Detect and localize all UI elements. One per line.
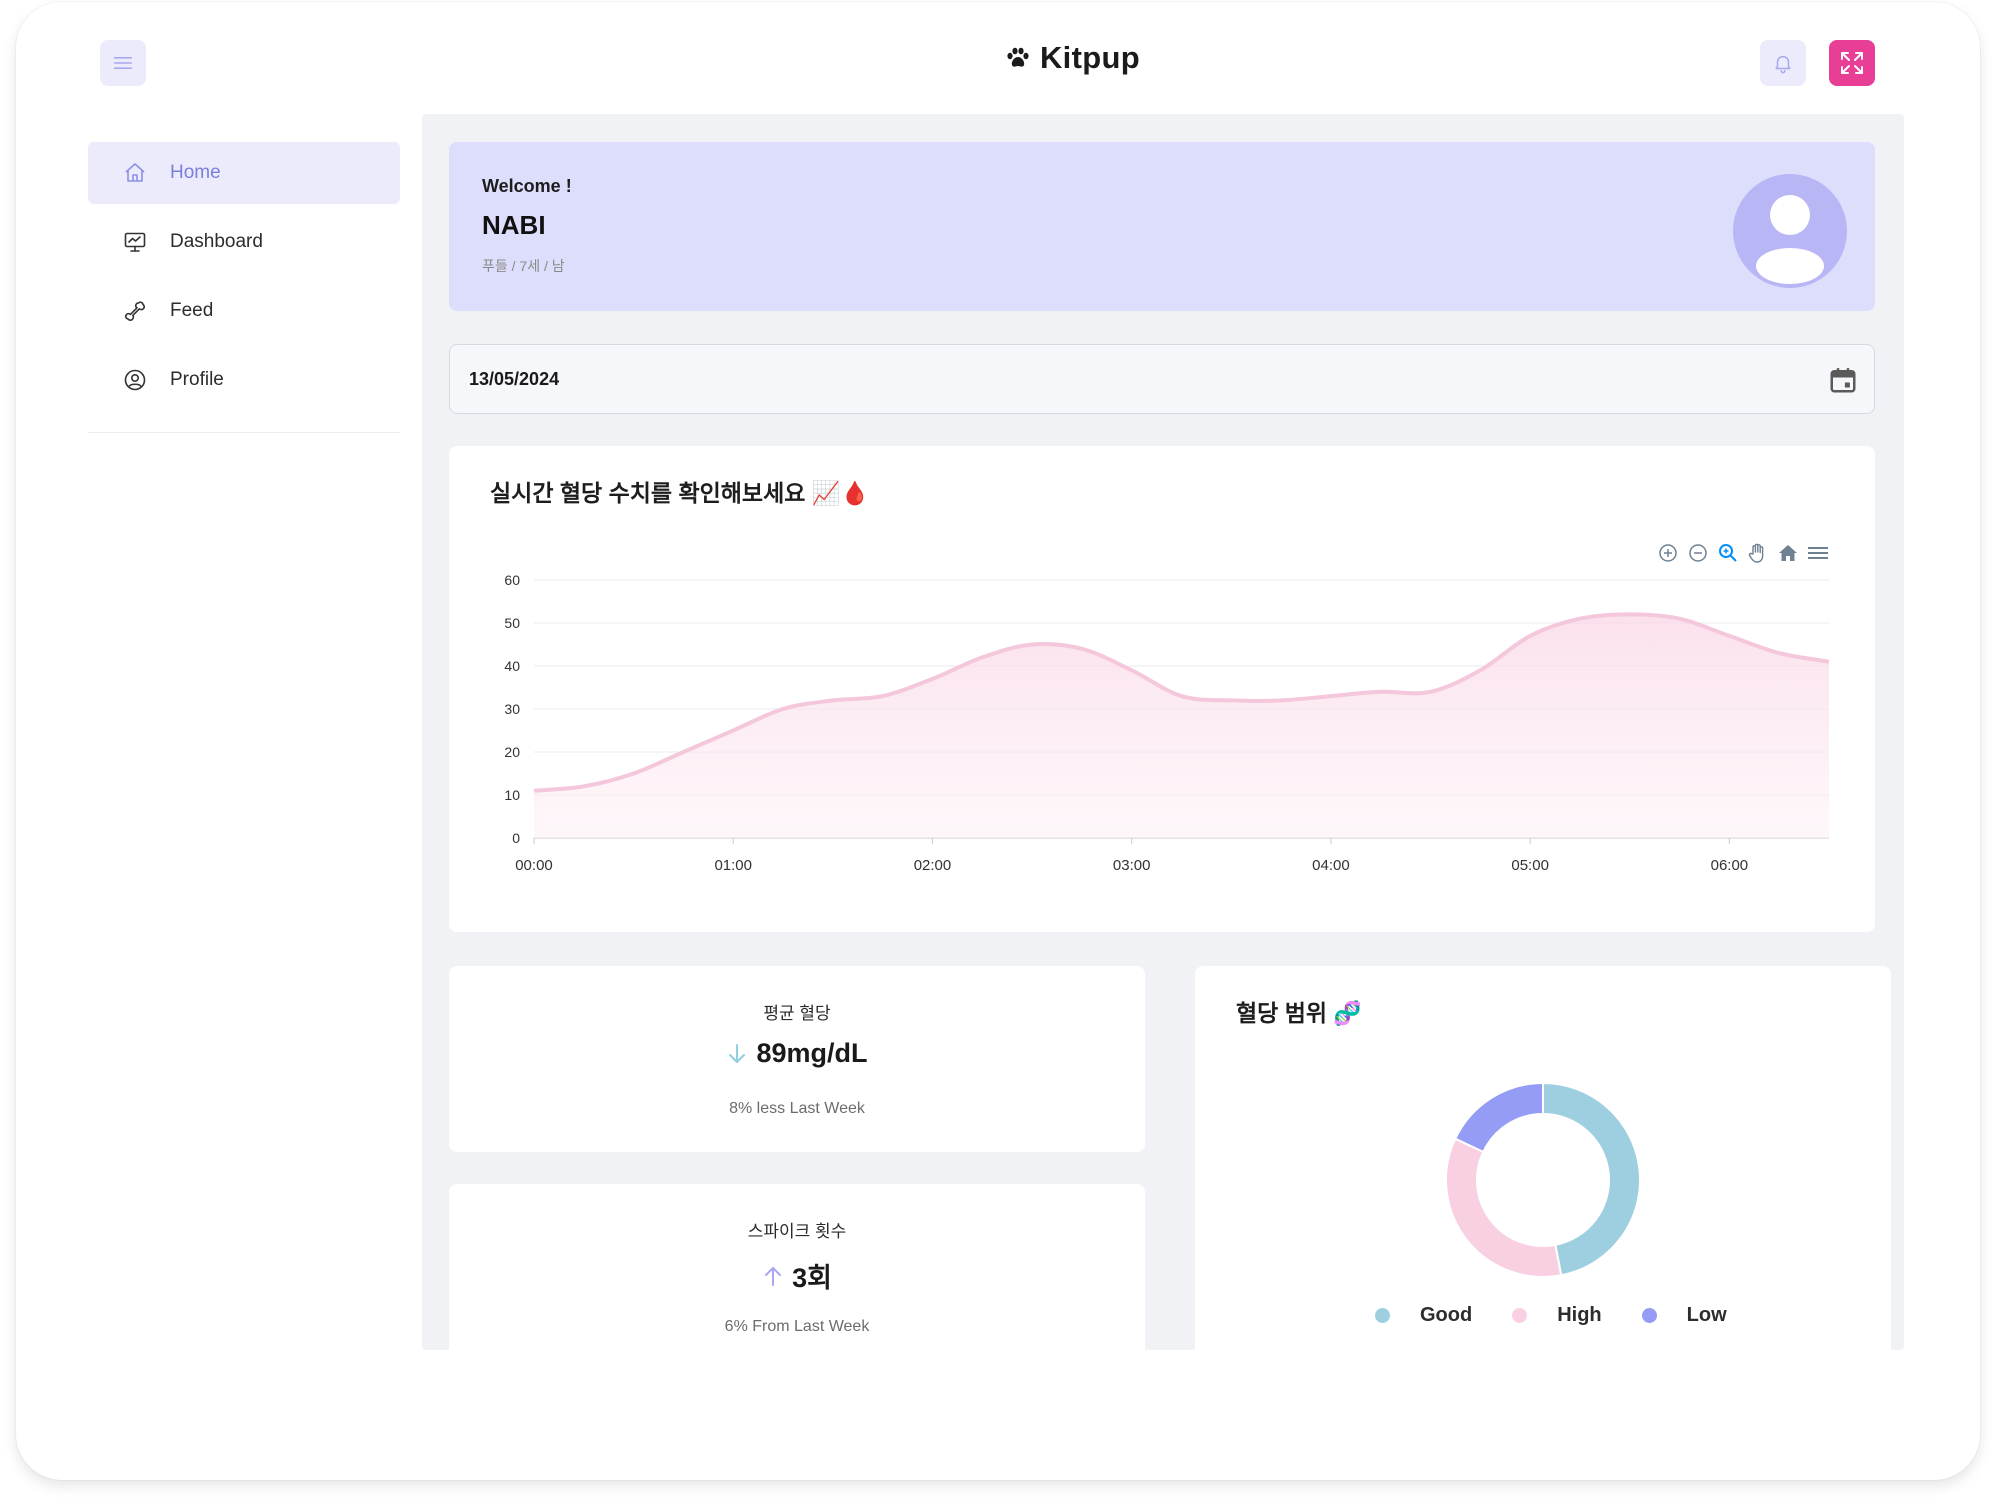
x-tick-label: 01:00 [714,857,752,874]
spike-count-card: 스파이크 횟수 3회 6% From Last Week [449,1184,1145,1384]
legend-item-high[interactable]: High [1512,1304,1602,1327]
bell-icon [1775,55,1791,74]
sidebar-item-dashboard[interactable]: Dashboard [88,211,400,273]
stat-subtext: 6% From Last Week [724,1318,870,1335]
sidebar-nav: Home Dashboard Feed Profile [88,142,400,418]
sidebar-divider [88,432,400,433]
x-tick-label: 04:00 [1312,857,1350,874]
donut-slice-high[interactable] [1445,1137,1563,1278]
legend-label: Good [1420,1304,1473,1326]
stat-subtext: 8% less Last Week [729,1100,865,1117]
legend-dot [1512,1308,1528,1323]
home-icon [122,160,148,186]
welcome-greeting: Welcome ! [482,176,572,196]
donut-legend: Good High Low [1375,1304,1767,1327]
stat-title: 평균 혈당 [763,1004,831,1023]
date-picker[interactable]: 13/05/2024 [449,344,1875,414]
glucose-range-donut[interactable] [1195,1006,1891,1326]
arrow-up-icon [765,1266,782,1286]
legend-item-low[interactable]: Low [1641,1304,1727,1327]
sidebar-item-label: Profile [170,369,224,390]
brand-logo[interactable]: Kitpup [1006,40,1140,76]
sidebar-item-label: Feed [170,300,214,321]
legend-label: High [1557,1304,1602,1326]
menu-button[interactable] [100,40,146,86]
sidebar-item-home[interactable]: Home [88,142,400,204]
y-tick-label: 40 [504,658,520,674]
y-tick-label: 50 [504,615,520,631]
y-tick-label: 30 [504,701,520,717]
pet-info: 푸들 / 7세 / 남 [482,258,565,274]
user-circle-icon [122,367,148,393]
fullscreen-button[interactable] [1829,40,1875,86]
user-avatar-icon [1756,195,1824,284]
y-tick-label: 10 [504,787,520,803]
legend-label: Low [1686,1304,1727,1326]
notifications-button[interactable] [1760,40,1806,86]
y-tick-label: 20 [504,744,520,760]
stat-title: 스파이크 횟수 [747,1222,847,1241]
fullscreen-icon [1841,52,1863,74]
main-content: Welcome ! NABI 푸들 / 7세 / 남 13/05/2024 실시… [422,114,1904,1384]
calendar-icon[interactable] [1828,365,1858,400]
monitor-icon [122,229,148,255]
legend-dot [1375,1308,1390,1323]
average-glucose-card: 평균 혈당 89mg/dL 8% less Last Week [449,966,1145,1152]
glucose-area-chart[interactable]: 0 10 20 30 40 50 60 00:00 01:00 02:00 03:00 04:00 0… [449,446,1875,932]
date-value: 13/05/2024 [469,368,560,389]
sidebar-item-label: Dashboard [170,231,263,252]
welcome-banner: Welcome ! NABI 푸들 / 7세 / 남 [449,142,1875,311]
pet-name: NABI [482,210,546,240]
stat-value: 89mg/dL [756,1038,868,1068]
x-tick-label: 05:00 [1511,857,1549,874]
x-tick-label: 02:00 [914,857,952,874]
arrow-down-icon [729,1043,746,1063]
sidebar-item-profile[interactable]: Profile [88,349,400,411]
stat-value: 3회 [792,1263,832,1293]
donut-slice-low[interactable] [1453,1081,1544,1154]
app-window: Kitpup Home Dashboard Feed Profile Welco… [16,2,1980,1480]
sidebar-item-label: Home [170,162,221,183]
y-tick-label: 0 [512,830,520,846]
x-tick-label: 03:00 [1113,857,1151,874]
x-tick-label: 00:00 [515,857,553,874]
realtime-glucose-card: 실시간 혈당 수치를 확인해보세요 📈🩸 0 10 20 30 40 50 60… [449,446,1875,932]
glucose-range-card: 혈당 범위 🧬 Good High Low [1195,966,1891,1366]
bone-icon [122,298,148,324]
brand-name: Kitpup [1040,40,1140,75]
paw-icon [1007,47,1029,67]
legend-dot [1641,1308,1657,1323]
legend-item-good[interactable]: Good [1375,1304,1472,1327]
sidebar-item-feed[interactable]: Feed [88,280,400,342]
x-tick-label: 06:00 [1711,857,1749,874]
glucose-area-fill [534,614,1829,838]
avatar[interactable] [1733,174,1847,288]
hamburger-icon [114,57,132,69]
donut-slice-good[interactable] [1542,1081,1641,1277]
y-tick-label: 60 [504,572,520,588]
